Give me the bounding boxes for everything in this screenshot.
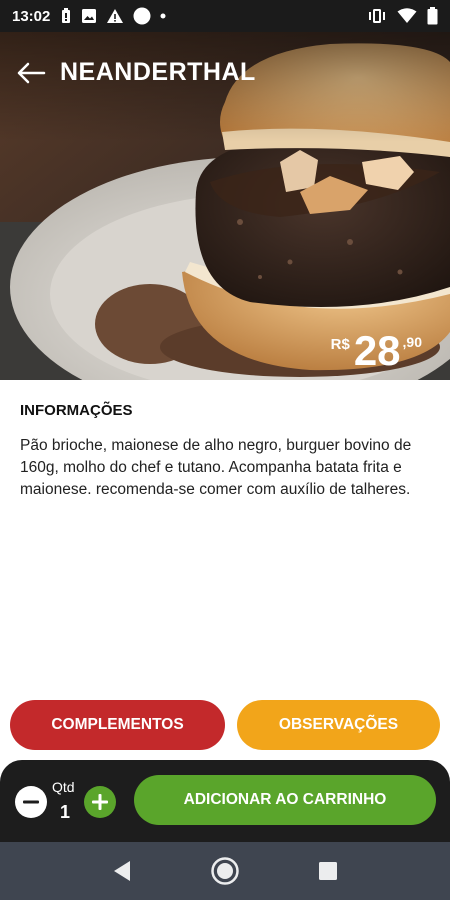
status-bar: 13:02 (0, 0, 450, 32)
back-button[interactable] (14, 56, 48, 90)
nav-home-button[interactable] (205, 851, 245, 891)
home-circle-icon (211, 857, 239, 885)
nav-back-button[interactable] (102, 851, 142, 891)
product-hero-image: NEANDERTHAL R$ 28 ,90 (0, 32, 450, 380)
price-currency: R$ (330, 336, 350, 353)
add-to-cart-button[interactable]: ADICIONAR AO CARRINHO (134, 775, 436, 825)
vibrate-icon (367, 8, 387, 24)
image-icon (81, 8, 97, 24)
battery-icon (427, 7, 438, 25)
quantity-value: 1 (60, 802, 71, 822)
info-description: Pão brioche, maionese de alho negro, bur… (20, 437, 412, 498)
info-heading: INFORMAÇÕES (20, 402, 133, 419)
battery-saver-icon (60, 8, 72, 24)
nav-recents-button[interactable] (308, 851, 348, 891)
plus-icon (92, 794, 108, 810)
arrow-left-icon (17, 62, 46, 84)
dot-icon (160, 13, 166, 19)
status-time: 13:02 (12, 7, 51, 25)
wifi-icon (397, 8, 417, 24)
observacoes-button[interactable]: OBSERVAÇÕES (237, 700, 440, 750)
circle-icon (133, 7, 151, 25)
system-nav-bar (0, 842, 450, 900)
recents-square-icon (319, 862, 338, 880)
minus-icon (23, 800, 39, 804)
back-triangle-icon (113, 861, 130, 881)
price-decimal: ,90 (402, 334, 422, 350)
quantity-increase-button[interactable] (84, 786, 116, 818)
quantity-decrease-button[interactable] (15, 786, 47, 818)
price-integer: 28 (353, 327, 401, 374)
product-info: INFORMAÇÕES Pão brioche, maionese de alh… (20, 402, 430, 501)
cart-bar: Qtd 1 ADICIONAR AO CARRINHO (0, 760, 450, 842)
complementos-button[interactable]: COMPLEMENTOS (10, 700, 225, 750)
quantity-label: Qtd (52, 779, 75, 795)
product-price: R$ 28 ,90 (331, 330, 422, 372)
warning-icon (106, 8, 124, 24)
product-title: NEANDERTHAL (60, 58, 256, 86)
action-buttons: COMPLEMENTOS OBSERVAÇÕES (10, 700, 440, 750)
